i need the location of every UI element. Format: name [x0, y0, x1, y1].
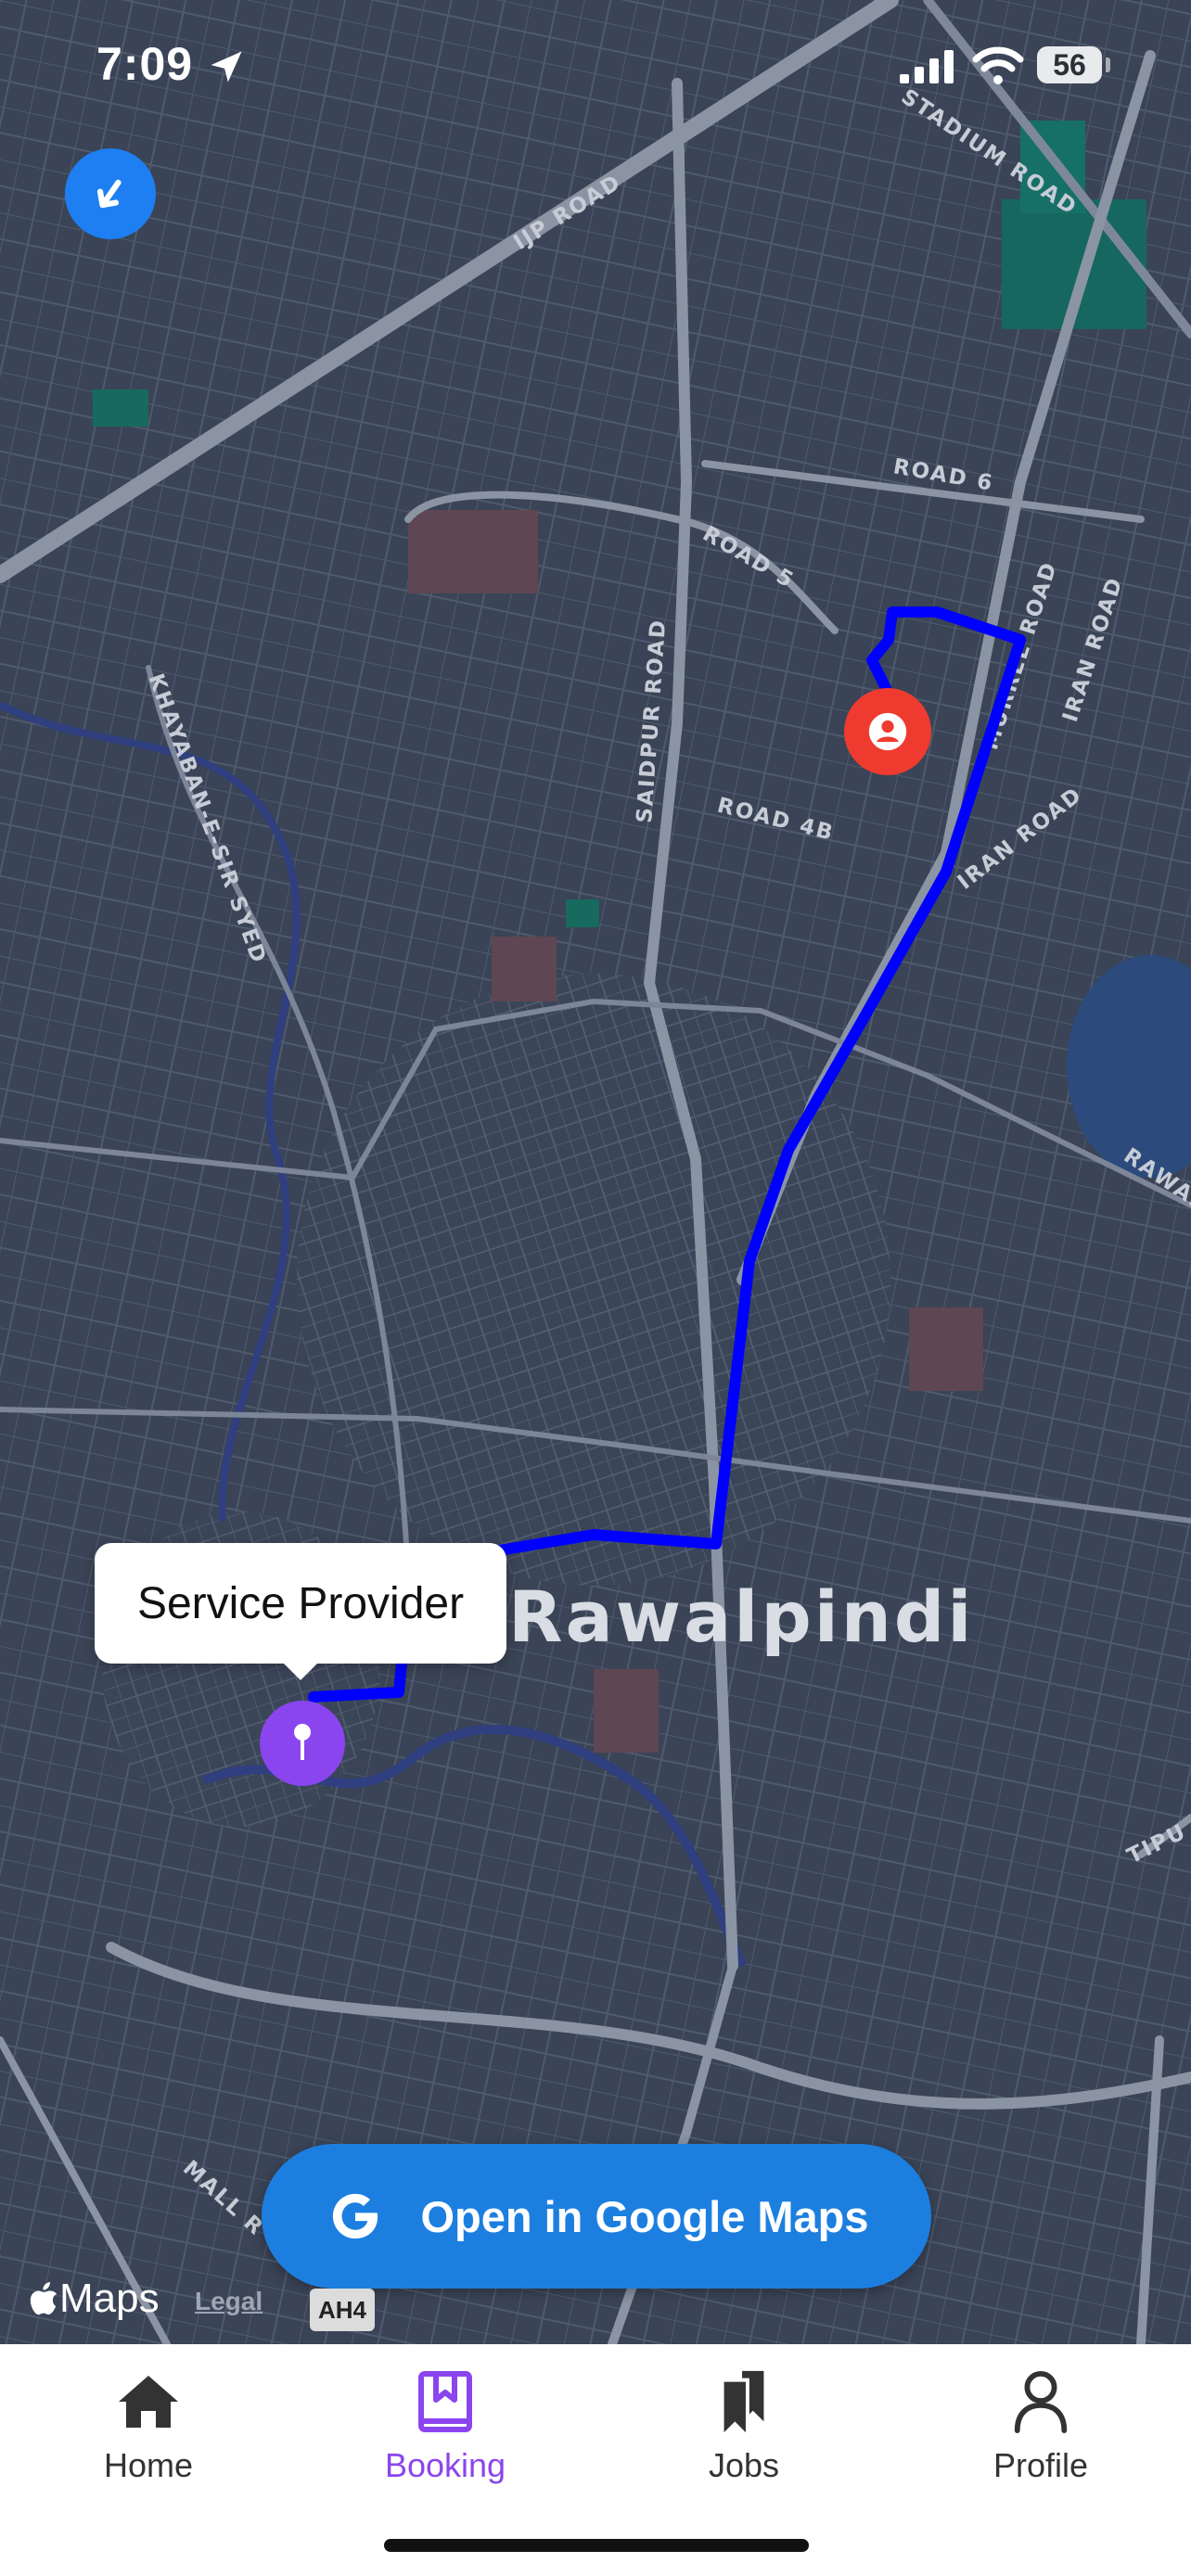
home-indicator[interactable]	[384, 2539, 809, 2552]
landmark	[408, 510, 538, 593]
back-button[interactable]	[65, 148, 156, 239]
apple-maps-attribution: Maps	[28, 2276, 160, 2322]
tab-label: Jobs	[708, 2446, 780, 2484]
tab-label: Home	[103, 2446, 194, 2484]
city-label: Rawalpindi	[508, 1575, 974, 1658]
battery-indicator: 56	[1037, 46, 1102, 83]
person-icon	[1013, 2365, 1069, 2439]
tab-label: Profile	[992, 2446, 1089, 2484]
map-pin-icon	[294, 1724, 311, 1760]
tooltip-tail	[280, 1660, 321, 1680]
bookmark-icon	[417, 2365, 473, 2439]
park	[566, 899, 599, 927]
jobs-icon	[720, 2365, 768, 2439]
open-google-maps-button[interactable]: Open in Google Maps	[262, 2144, 931, 2289]
landmark	[492, 937, 557, 1001]
home-icon	[115, 2365, 182, 2439]
open-google-maps-label: Open in Google Maps	[420, 2191, 869, 2241]
person-icon	[868, 712, 907, 751]
landmark	[909, 1307, 983, 1391]
service-provider-tooltip[interactable]: Service Provider	[95, 1543, 506, 1664]
highway-badge: AH4	[310, 2289, 375, 2331]
location-arrow-icon	[206, 46, 247, 92]
tab-booking[interactable]: Booking	[352, 2365, 538, 2504]
tab-jobs[interactable]: Jobs	[651, 2365, 837, 2504]
park	[93, 389, 148, 427]
battery-cap	[1106, 57, 1110, 72]
cellular-signal-icon	[900, 50, 957, 88]
tab-home[interactable]: Home	[56, 2365, 241, 2504]
tab-label: Booking	[384, 2446, 506, 2484]
customer-location-pin[interactable]	[844, 688, 931, 775]
google-icon	[324, 2185, 387, 2248]
maps-label: Maps	[59, 2276, 160, 2321]
legal-link[interactable]: Legal	[195, 2287, 263, 2316]
service-provider-pin[interactable]	[260, 1701, 345, 1786]
map-view[interactable]: IJP ROAD STADIUM ROAD ROAD 6 ROAD 5 MURR…	[0, 0, 1191, 2344]
apple-logo-icon	[30, 2282, 58, 2315]
landmark	[594, 1669, 659, 1753]
map-canvas[interactable]: IJP ROAD STADIUM ROAD ROAD 6 ROAD 5 MURR…	[0, 0, 1191, 2344]
status-time: 7:09	[96, 38, 194, 90]
tab-profile[interactable]: Profile	[948, 2365, 1133, 2504]
wifi-icon	[972, 46, 1024, 90]
back-arrow-icon	[96, 179, 122, 209]
